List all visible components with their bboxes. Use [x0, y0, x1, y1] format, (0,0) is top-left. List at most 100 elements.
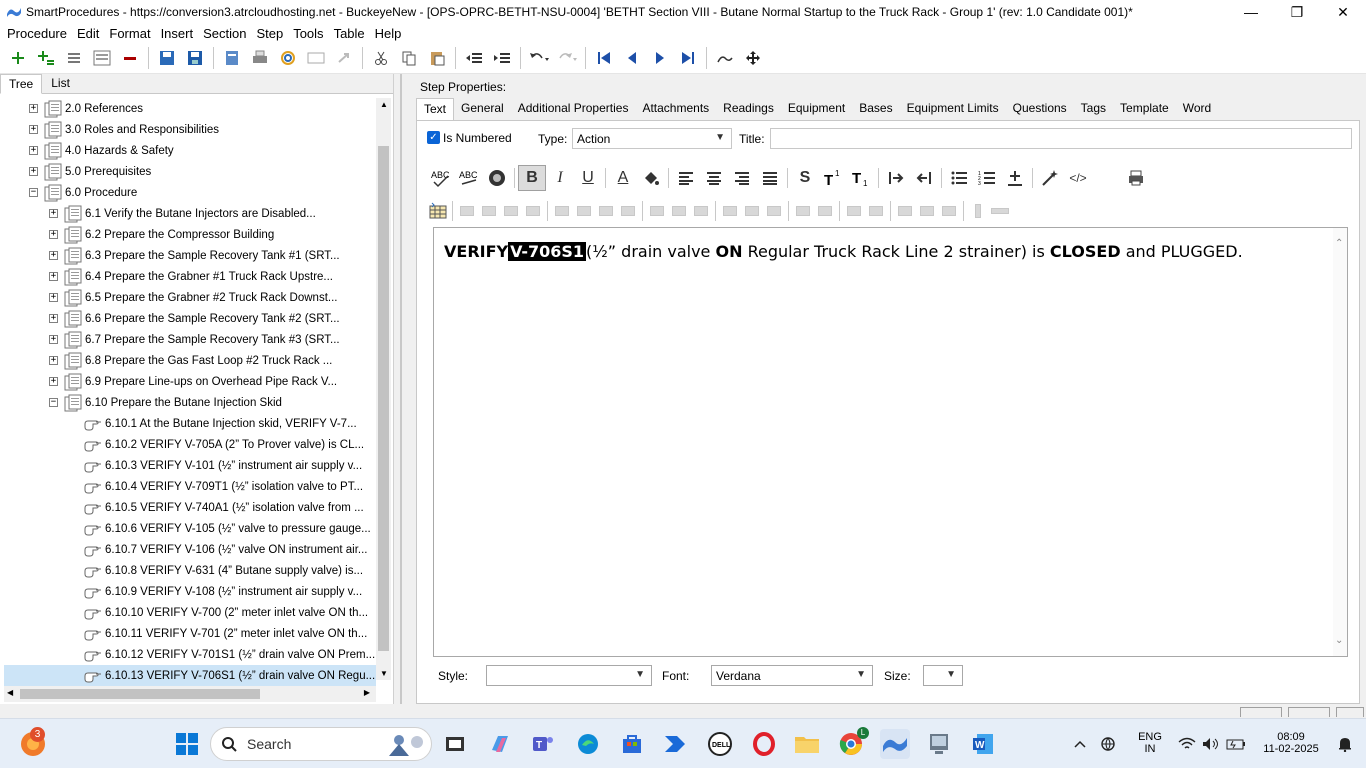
expand-icon[interactable]: +	[49, 314, 58, 323]
language-indicator[interactable]: ENG IN	[1132, 731, 1168, 755]
file-explorer-icon[interactable]	[792, 729, 822, 759]
magic-wand-icon[interactable]	[1036, 165, 1064, 191]
numbered-list-icon[interactable]: 123	[973, 165, 1001, 191]
type-select[interactable]: Action ▼	[572, 128, 732, 149]
find-replace-icon[interactable]	[483, 165, 511, 191]
redo-disabled-icon[interactable]	[330, 44, 358, 72]
remove-icon[interactable]	[116, 44, 144, 72]
scroll-up-icon[interactable]: ▲	[380, 100, 388, 109]
tab-word[interactable]: Word	[1176, 98, 1218, 120]
tree-item[interactable]: − 6.0 Procedure	[4, 182, 376, 203]
remote-desktop-icon[interactable]	[924, 729, 954, 759]
insert-symbol-icon[interactable]	[1001, 165, 1029, 191]
expand-icon[interactable]: +	[49, 251, 58, 260]
redo-icon[interactable]	[553, 44, 581, 72]
tab-bases[interactable]: Bases	[852, 98, 899, 120]
delete-row-icon[interactable]	[763, 200, 785, 222]
menu-format[interactable]: Format	[104, 26, 155, 41]
tree-item[interactable]: 6.10.3 VERIFY V-101 (½” instrument air s…	[4, 455, 376, 476]
add-child-icon[interactable]	[32, 44, 60, 72]
teams-icon[interactable]: T	[528, 729, 558, 759]
add-icon[interactable]	[4, 44, 32, 72]
sync-icon[interactable]	[274, 44, 302, 72]
tree-item[interactable]: +6.5 Prepare the Grabner #2 Truck Rack D…	[4, 287, 376, 308]
cell-properties-icon[interactable]	[551, 200, 573, 222]
edge-icon[interactable]	[573, 729, 603, 759]
notifications-bell-icon[interactable]	[1330, 729, 1360, 759]
merge-column-icon[interactable]	[865, 200, 887, 222]
tree-item[interactable]: +6.4 Prepare the Grabner #1 Truck Rack U…	[4, 266, 376, 287]
move-icon[interactable]	[739, 44, 767, 72]
increase-indent-icon[interactable]	[882, 165, 910, 191]
insert-table-icon[interactable]	[427, 200, 449, 222]
font-select[interactable]: Verdana ▼	[711, 665, 873, 686]
cut-icon[interactable]	[367, 44, 395, 72]
tab-tree[interactable]: Tree	[0, 74, 43, 94]
save-icon[interactable]	[181, 44, 209, 72]
chevron-up-icon[interactable]	[1070, 729, 1090, 759]
menu-procedure[interactable]: Procedure	[2, 26, 72, 41]
underline-icon[interactable]: U	[574, 165, 602, 191]
expand-icon[interactable]: +	[29, 167, 38, 176]
expand-icon[interactable]: +	[49, 356, 58, 365]
tree-horizontal-scrollbar[interactable]: ◀ ▶	[4, 686, 376, 702]
tree-item[interactable]: 6.10.10 VERIFY V-700 (2” meter inlet val…	[4, 602, 376, 623]
tree-item[interactable]: +6.2 Prepare the Compressor Building	[4, 224, 376, 245]
tree-item[interactable]: +5.0 Prerequisites	[4, 161, 376, 182]
indent-icon[interactable]	[488, 44, 516, 72]
panel-splitter[interactable]	[400, 74, 406, 704]
tree-item[interactable]: 6.10.5 VERIFY V-740A1 (½” isolation valv…	[4, 497, 376, 518]
row-properties-icon[interactable]	[573, 200, 595, 222]
tree-vertical-scroll-thumb[interactable]	[378, 146, 389, 651]
windows-start-icon[interactable]	[172, 729, 202, 759]
menu-tools[interactable]: Tools	[288, 26, 328, 41]
chevron-up-icon[interactable]: ⌃	[1335, 238, 1343, 249]
tree-item[interactable]: +6.1 Verify the Butane Injectors are Dis…	[4, 203, 376, 224]
tree-item[interactable]: 6.10.11 VERIFY V-701 (2” meter inlet val…	[4, 623, 376, 644]
properties-icon[interactable]	[88, 44, 116, 72]
tab-equipment-limits[interactable]: Equipment Limits	[900, 98, 1006, 120]
tree-item[interactable]: +6.3 Prepare the Sample Recovery Tank #1…	[4, 245, 376, 266]
input-field-icon[interactable]	[989, 200, 1011, 222]
opera-icon[interactable]	[749, 729, 779, 759]
bullet-list-icon[interactable]	[945, 165, 973, 191]
insert-column-right-icon[interactable]	[668, 200, 690, 222]
align-center-icon[interactable]	[700, 165, 728, 191]
subscript-icon[interactable]: T1	[847, 165, 875, 191]
is-numbered-checkbox[interactable]: ✓	[427, 131, 440, 144]
step-text-editor[interactable]: VERIFY V-706S1 (½” drain valve ON Regular …	[433, 227, 1348, 657]
print-preview-icon[interactable]	[1122, 165, 1150, 191]
tree-item[interactable]: +3.0 Roles and Responsibilities	[4, 119, 376, 140]
expand-icon[interactable]: +	[49, 272, 58, 281]
expand-icon[interactable]: +	[49, 293, 58, 302]
expand-icon[interactable]: +	[49, 230, 58, 239]
tab-text[interactable]: Text	[416, 98, 455, 120]
cell-align-right-icon[interactable]	[938, 200, 960, 222]
list-icon[interactable]	[60, 44, 88, 72]
expand-icon[interactable]: +	[29, 125, 38, 134]
html-source-icon[interactable]: </>	[1064, 165, 1092, 191]
delete-table-icon[interactable]	[478, 200, 500, 222]
tree-item[interactable]: +6.9 Prepare Line-ups on Overhead Pipe R…	[4, 371, 376, 392]
expand-icon[interactable]: +	[49, 377, 58, 386]
dell-icon[interactable]: DELL	[705, 729, 735, 759]
font-color-icon[interactable]: A	[609, 165, 637, 191]
volume-icon[interactable]	[1200, 729, 1222, 759]
spellcheck-options-icon[interactable]: ABC	[455, 165, 483, 191]
battery-icon[interactable]	[1224, 729, 1248, 759]
expand-icon[interactable]: +	[29, 104, 38, 113]
insert-row-below-icon[interactable]	[741, 200, 763, 222]
copilot-icon[interactable]	[485, 729, 515, 759]
insert-row-above-icon[interactable]	[719, 200, 741, 222]
clear-cell-icon[interactable]	[617, 200, 639, 222]
tab-additional-properties[interactable]: Additional Properties	[511, 98, 636, 120]
menu-table[interactable]: Table	[329, 26, 370, 41]
previous-step-icon[interactable]	[618, 44, 646, 72]
tree-item[interactable]: 6.10.12 VERIFY V-701S1 (½” drain valve O…	[4, 644, 376, 665]
scroll-down-icon[interactable]: ▼	[380, 669, 388, 678]
close-button[interactable]: ✕	[1320, 0, 1366, 24]
restore-button[interactable]: ❐	[1274, 0, 1320, 24]
cell-align-center-icon[interactable]	[916, 200, 938, 222]
tab-questions[interactable]: Questions	[1006, 98, 1074, 120]
justify-icon[interactable]	[756, 165, 784, 191]
